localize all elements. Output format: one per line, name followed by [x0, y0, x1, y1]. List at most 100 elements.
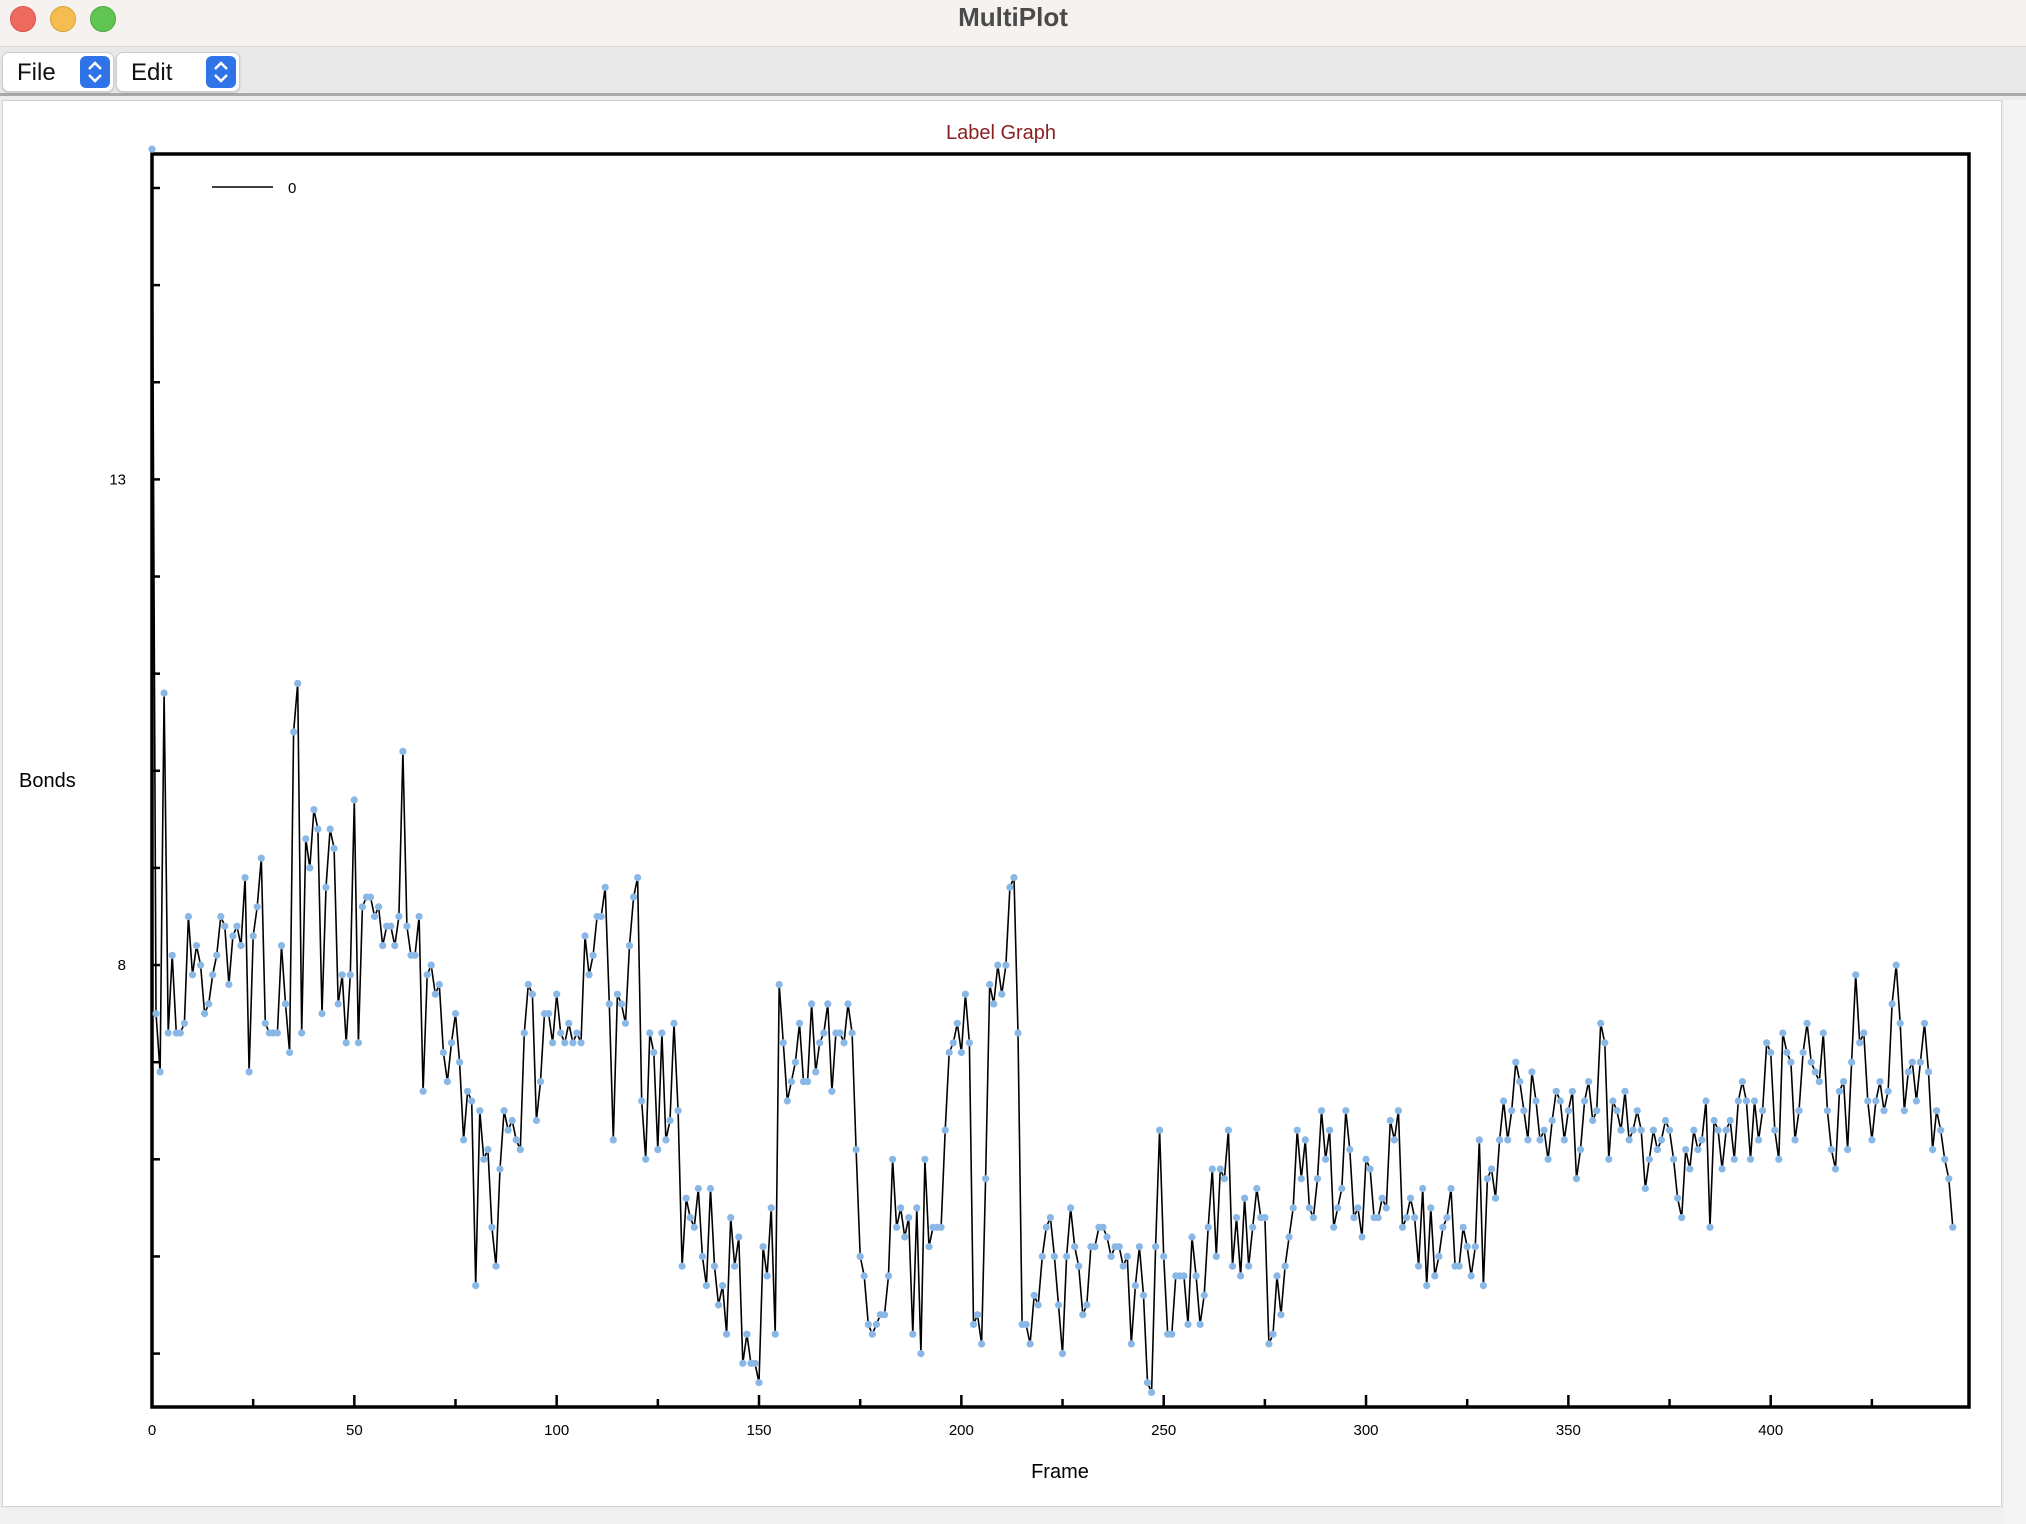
x-tick-label: 250 — [1151, 1422, 1176, 1439]
x-axis-label: Frame — [1031, 1461, 1089, 1483]
edit-menu-label: Edit — [131, 59, 173, 86]
data-point — [1228, 1262, 1237, 1270]
data-point — [1338, 1184, 1346, 1193]
data-point — [565, 1019, 573, 1027]
file-menu-label: File — [17, 59, 56, 86]
data-point — [253, 903, 261, 911]
data-point — [1463, 1243, 1471, 1251]
data-point — [1593, 1107, 1601, 1115]
data-point — [1273, 1272, 1281, 1280]
menu-toolbar: File Edit — [0, 47, 2026, 96]
data-point — [1864, 1097, 1872, 1105]
data-point — [1386, 1116, 1394, 1125]
data-point — [1742, 1097, 1750, 1105]
data-point — [804, 1078, 812, 1086]
data-point — [735, 1233, 743, 1241]
data-point — [156, 1068, 164, 1076]
data-point — [310, 806, 318, 814]
data-point — [585, 971, 593, 979]
data-point — [1516, 1078, 1524, 1086]
y-axis-label: Bonds — [19, 770, 76, 792]
data-point — [1621, 1087, 1629, 1095]
data-point — [1706, 1223, 1714, 1231]
data-point — [1690, 1126, 1698, 1134]
data-point — [1475, 1136, 1483, 1144]
data-point — [1763, 1039, 1771, 1047]
data-point — [795, 1019, 804, 1027]
legend-label-0: 0 — [288, 180, 296, 197]
data-point — [1888, 1000, 1896, 1008]
data-point — [1079, 1311, 1087, 1319]
data-point — [298, 1029, 306, 1037]
data-point — [605, 1000, 613, 1008]
data-point — [978, 1340, 986, 1348]
data-point — [1091, 1243, 1099, 1251]
data-point — [557, 1029, 565, 1037]
data-point — [1237, 1272, 1245, 1280]
data-point — [706, 1184, 715, 1193]
data-point — [346, 971, 354, 979]
data-point — [917, 1350, 925, 1358]
data-point — [1795, 1107, 1803, 1115]
data-point — [1698, 1136, 1706, 1144]
data-point — [237, 942, 245, 950]
data-point — [1896, 1019, 1904, 1027]
data-point — [472, 1282, 480, 1290]
data-point — [642, 1155, 650, 1163]
data-point — [1860, 1029, 1868, 1037]
data-point — [1107, 1252, 1115, 1260]
data-point — [1204, 1223, 1212, 1231]
data-point — [1544, 1155, 1552, 1163]
data-point — [1208, 1165, 1216, 1173]
data-point — [1119, 1262, 1127, 1270]
axes: 0 50 100 150 200 250 300 350 400 8 13 — [109, 152, 1971, 1439]
data-point — [1058, 1350, 1067, 1358]
data-point — [1771, 1126, 1779, 1134]
updown-chevron-icon — [206, 56, 236, 88]
data-point — [366, 893, 375, 901]
data-point — [1406, 1194, 1415, 1202]
data-point — [1702, 1097, 1710, 1105]
data-point — [403, 922, 411, 930]
data-point — [791, 1058, 800, 1066]
data-point — [1949, 1223, 1957, 1231]
data-point — [1560, 1136, 1568, 1144]
data-point — [1840, 1078, 1848, 1086]
file-menu-select[interactable]: File — [2, 52, 114, 92]
data-point — [1131, 1282, 1139, 1290]
plot-panel: Label Graph Bonds Frame 0 0 50 100 150 200 25… — [2, 100, 2002, 1507]
data-point — [1378, 1194, 1386, 1202]
data-point — [1212, 1252, 1220, 1260]
data-point — [1589, 1116, 1597, 1125]
edit-menu-select[interactable]: Edit — [116, 52, 240, 92]
data-point — [241, 874, 249, 882]
data-point — [1491, 1194, 1500, 1202]
data-point — [1904, 1068, 1912, 1076]
data-point — [848, 1029, 856, 1037]
data-point — [1645, 1155, 1653, 1163]
data-point — [496, 1165, 504, 1173]
data-point — [836, 1029, 844, 1037]
data-point — [306, 864, 314, 872]
data-point — [1309, 1214, 1317, 1222]
data-point — [201, 1010, 209, 1018]
data-point — [492, 1262, 500, 1270]
data-point — [443, 1078, 451, 1086]
data-point — [1200, 1291, 1208, 1299]
series-0 — [148, 145, 1957, 1396]
data-point — [411, 951, 419, 959]
data-point — [180, 1019, 188, 1027]
data-point — [1115, 1243, 1123, 1251]
data-point — [148, 145, 156, 153]
data-point — [1912, 1097, 1920, 1105]
data-point — [330, 844, 338, 853]
data-point — [484, 1146, 492, 1154]
data-point — [1585, 1078, 1593, 1086]
data-point — [662, 1136, 670, 1144]
data-point — [1924, 1068, 1933, 1076]
data-point — [516, 1146, 524, 1154]
data-point — [1423, 1282, 1431, 1290]
data-point — [1831, 1165, 1840, 1173]
data-point — [197, 961, 205, 969]
data-point — [1317, 1107, 1326, 1115]
